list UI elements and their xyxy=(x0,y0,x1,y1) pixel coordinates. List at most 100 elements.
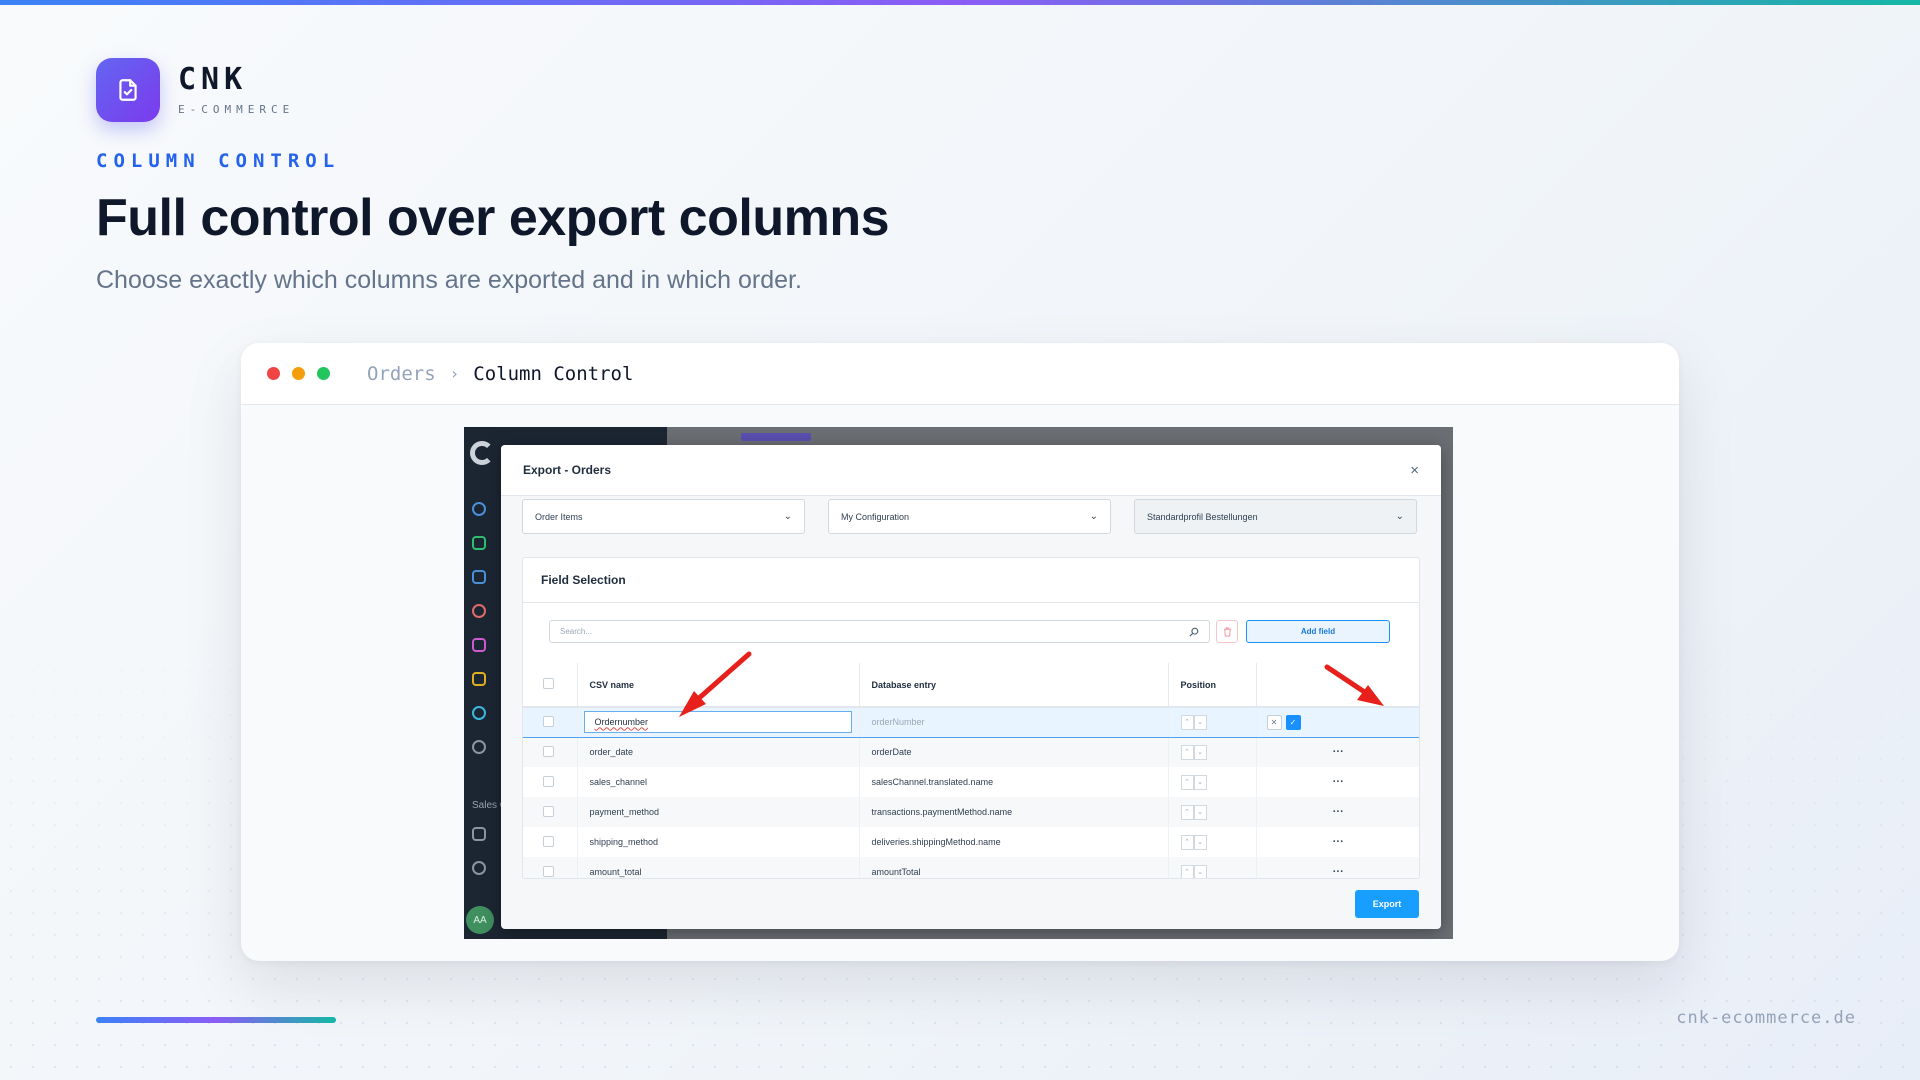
table-row: shipping_method deliveries.shippingMetho… xyxy=(523,827,1419,857)
row-checkbox-cell xyxy=(523,797,578,827)
database-entry-cell: transactions.paymentMethod.name xyxy=(859,797,1169,827)
breadcrumb-separator: › xyxy=(449,364,460,383)
chevron-down-icon: ⌄ xyxy=(1395,511,1404,522)
subheadline: Choose exactly which columns are exporte… xyxy=(96,266,802,294)
row-menu-button[interactable]: ··· xyxy=(1256,767,1419,797)
avatar[interactable]: AA xyxy=(466,906,494,934)
row-checkbox[interactable] xyxy=(543,745,554,757)
position-stepper[interactable]: ⌃ ⌄ xyxy=(1180,804,1207,820)
search-input[interactable]: Search... xyxy=(549,620,1210,643)
row-checkbox-cell xyxy=(523,827,578,857)
col-database-entry: Database entry xyxy=(859,663,1169,708)
configuration-select[interactable]: My Configuration ⌄ xyxy=(828,499,1111,534)
inline-actions-cell: ✕ ✓ xyxy=(1256,706,1419,738)
field-table: CSV name Database entry Position Ordernu… xyxy=(523,663,1419,878)
col-actions xyxy=(1256,663,1419,708)
position-cell: ⌃ ⌄ xyxy=(1168,827,1257,857)
search-icon xyxy=(1189,627,1199,637)
csv-name-cell: amount_total xyxy=(577,857,860,878)
row-checkbox-cell xyxy=(523,767,578,797)
marketing-icon[interactable] xyxy=(472,672,486,686)
row-menu-button[interactable]: ··· xyxy=(1256,797,1419,827)
search-placeholder: Search... xyxy=(560,627,593,636)
database-entry-cell: amountTotal xyxy=(859,857,1169,878)
profile-select-value: Standardprofil Bestellungen xyxy=(1147,511,1258,522)
table-header: CSV name Database entry Position xyxy=(523,663,1419,708)
row-checkbox[interactable] xyxy=(543,775,554,787)
footer-url[interactable]: cnk-ecommerce.de xyxy=(1676,1008,1856,1028)
card-title: Field Selection xyxy=(523,558,1419,603)
position-cell: ⌃ ⌄ xyxy=(1168,737,1257,767)
position-stepper[interactable]: ⌃ ⌄ xyxy=(1180,834,1207,850)
entity-select[interactable]: Order Items ⌄ xyxy=(522,499,805,534)
database-entry-cell: orderNumber xyxy=(859,706,1169,738)
row-checkbox[interactable] xyxy=(543,715,554,727)
screenshot-window: Orders › Column Control Sales C AA Expor… xyxy=(241,343,1679,961)
top-gradient-bar xyxy=(0,0,1920,5)
modal-title: Export - Orders xyxy=(523,463,612,477)
delete-button[interactable] xyxy=(1216,620,1238,643)
csv-name-cell: order_date xyxy=(577,737,860,767)
content-icon[interactable] xyxy=(472,638,486,652)
csv-name-cell: Ordernumber xyxy=(577,706,860,738)
settings-icon[interactable] xyxy=(472,740,486,754)
file-check-icon xyxy=(119,79,137,101)
shopware-logo-icon xyxy=(470,441,494,465)
help-icon[interactable] xyxy=(472,861,486,875)
table-row: order_date orderDate ⌃ ⌄ ··· xyxy=(523,737,1419,767)
row-checkbox[interactable] xyxy=(543,865,554,877)
breadcrumb-orders[interactable]: Orders xyxy=(367,363,436,385)
admin-screenshot: Sales C AA Export - Orders × Order Items… xyxy=(464,427,1453,939)
position-cell: ⌃ ⌄ xyxy=(1168,797,1257,827)
table-row-editing: Ordernumber orderNumber ⌃ ⌄ ✕ ✓ xyxy=(523,706,1419,738)
close-icon[interactable]: × xyxy=(1410,462,1419,479)
table-row: amount_total amountTotal ⌃ ⌄ ··· xyxy=(523,857,1419,878)
headline: Full control over export columns xyxy=(96,189,890,247)
database-entry-cell: orderDate xyxy=(859,737,1169,767)
customers-icon[interactable] xyxy=(472,604,486,618)
traffic-light-close xyxy=(267,367,280,380)
select-all-checkbox[interactable] xyxy=(543,678,554,689)
dashboard-icon[interactable] xyxy=(472,502,486,516)
row-menu-button[interactable]: ··· xyxy=(1256,737,1419,767)
position-stepper[interactable]: ⌃ ⌄ xyxy=(1180,864,1207,878)
traffic-light-maximize xyxy=(317,367,330,380)
database-entry-cell: salesChannel.translated.name xyxy=(859,767,1169,797)
csv-name-input[interactable]: Ordernumber xyxy=(583,711,852,734)
add-field-button[interactable]: Add field xyxy=(1246,620,1390,643)
export-button[interactable]: Export xyxy=(1355,890,1419,918)
config-selects: Order Items ⌄ My Configuration ⌄ Standar… xyxy=(522,499,1417,534)
row-checkbox-cell xyxy=(523,737,578,767)
sales-channel-icon[interactable] xyxy=(472,827,486,841)
trash-icon xyxy=(1223,626,1231,637)
row-checkbox-cell xyxy=(523,857,578,878)
csv-name-cell: payment_method xyxy=(577,797,860,827)
modal-header: Export - Orders × xyxy=(501,445,1441,496)
confirm-edit-button[interactable]: ✓ xyxy=(1285,714,1301,730)
row-checkbox[interactable] xyxy=(543,835,554,847)
accent-progress-bar xyxy=(96,1017,336,1023)
csv-name-cell: sales_channel xyxy=(577,767,860,797)
table-row: payment_method transactions.paymentMetho… xyxy=(523,797,1419,827)
select-all-header xyxy=(523,663,578,708)
window-titlebar: Orders › Column Control xyxy=(241,343,1679,405)
extensions-icon[interactable] xyxy=(472,706,486,720)
cancel-edit-button[interactable]: ✕ xyxy=(1266,714,1282,730)
row-checkbox-cell xyxy=(523,706,578,738)
database-entry-cell: deliveries.shippingMethod.name xyxy=(859,827,1169,857)
profile-select[interactable]: Standardprofil Bestellungen ⌄ xyxy=(1134,499,1417,534)
position-stepper[interactable]: ⌃ ⌄ xyxy=(1180,744,1207,760)
traffic-light-minimize xyxy=(292,367,305,380)
row-menu-button[interactable]: ··· xyxy=(1256,857,1419,878)
row-menu-button[interactable]: ··· xyxy=(1256,827,1419,857)
col-position: Position xyxy=(1168,663,1257,708)
catalog-icon[interactable] xyxy=(472,536,486,550)
row-checkbox[interactable] xyxy=(543,805,554,817)
position-stepper[interactable]: ⌃ ⌄ xyxy=(1180,774,1207,790)
brand: CNK E-COMMERCE xyxy=(96,58,294,122)
orders-icon[interactable] xyxy=(472,570,486,584)
col-csv-name: CSV name xyxy=(577,663,860,708)
chevron-down-icon: ⌄ xyxy=(783,511,792,522)
table-row: sales_channel salesChannel.translated.na… xyxy=(523,767,1419,797)
position-stepper[interactable]: ⌃ ⌄ xyxy=(1180,714,1207,730)
